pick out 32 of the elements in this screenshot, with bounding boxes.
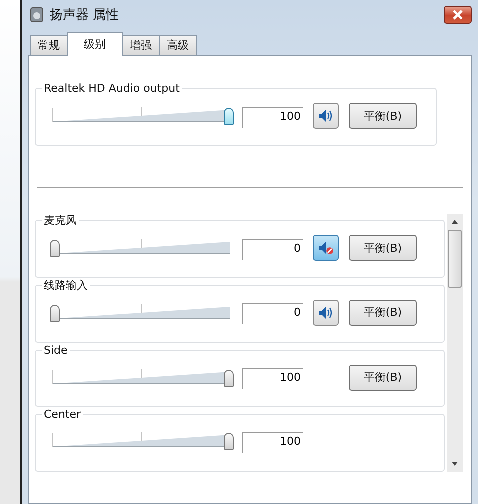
mute-button[interactable] (313, 300, 339, 326)
window-title: 扬声器 属性 (50, 7, 120, 24)
volume-field[interactable]: 100 (242, 106, 303, 128)
slider-thumb[interactable] (224, 108, 234, 125)
scrollbar[interactable] (447, 214, 463, 472)
volume-field[interactable]: 0 (242, 238, 303, 260)
channel-name: Side (42, 342, 70, 358)
balance-button[interactable]: 平衡(B) (349, 364, 417, 390)
volume-field[interactable]: 100 (242, 368, 303, 389)
balance-button[interactable]: 平衡(B) (349, 300, 417, 326)
close-button[interactable] (444, 6, 472, 24)
slider-thumb[interactable] (224, 433, 234, 450)
scrollbar-thumb[interactable] (448, 230, 462, 288)
muted-speaker-icon (318, 241, 334, 255)
balance-button[interactable]: 平衡(B) (349, 103, 417, 129)
tab[interactable]: 常规 (30, 35, 68, 55)
close-icon (452, 10, 464, 20)
slider-thumb[interactable] (50, 240, 60, 257)
tab[interactable]: 增强 (122, 35, 160, 55)
channel-name: 线路输入 (42, 278, 90, 293)
channel-name: 麦克风 (42, 213, 79, 228)
volume-field[interactable]: 0 (242, 303, 303, 324)
slider-track[interactable] (50, 104, 236, 128)
balance-button[interactable]: 平衡(B) (349, 235, 417, 261)
slider-thumb[interactable] (50, 304, 60, 322)
tab[interactable]: 高级 (159, 35, 197, 55)
volume-field[interactable]: 100 (242, 432, 303, 453)
device-name: Realtek HD Audio output (42, 81, 182, 96)
mute-button[interactable] (313, 103, 339, 129)
tab[interactable]: 级别 (67, 32, 123, 56)
slider-thumb[interactable] (224, 370, 234, 386)
mute-button[interactable] (313, 235, 339, 261)
